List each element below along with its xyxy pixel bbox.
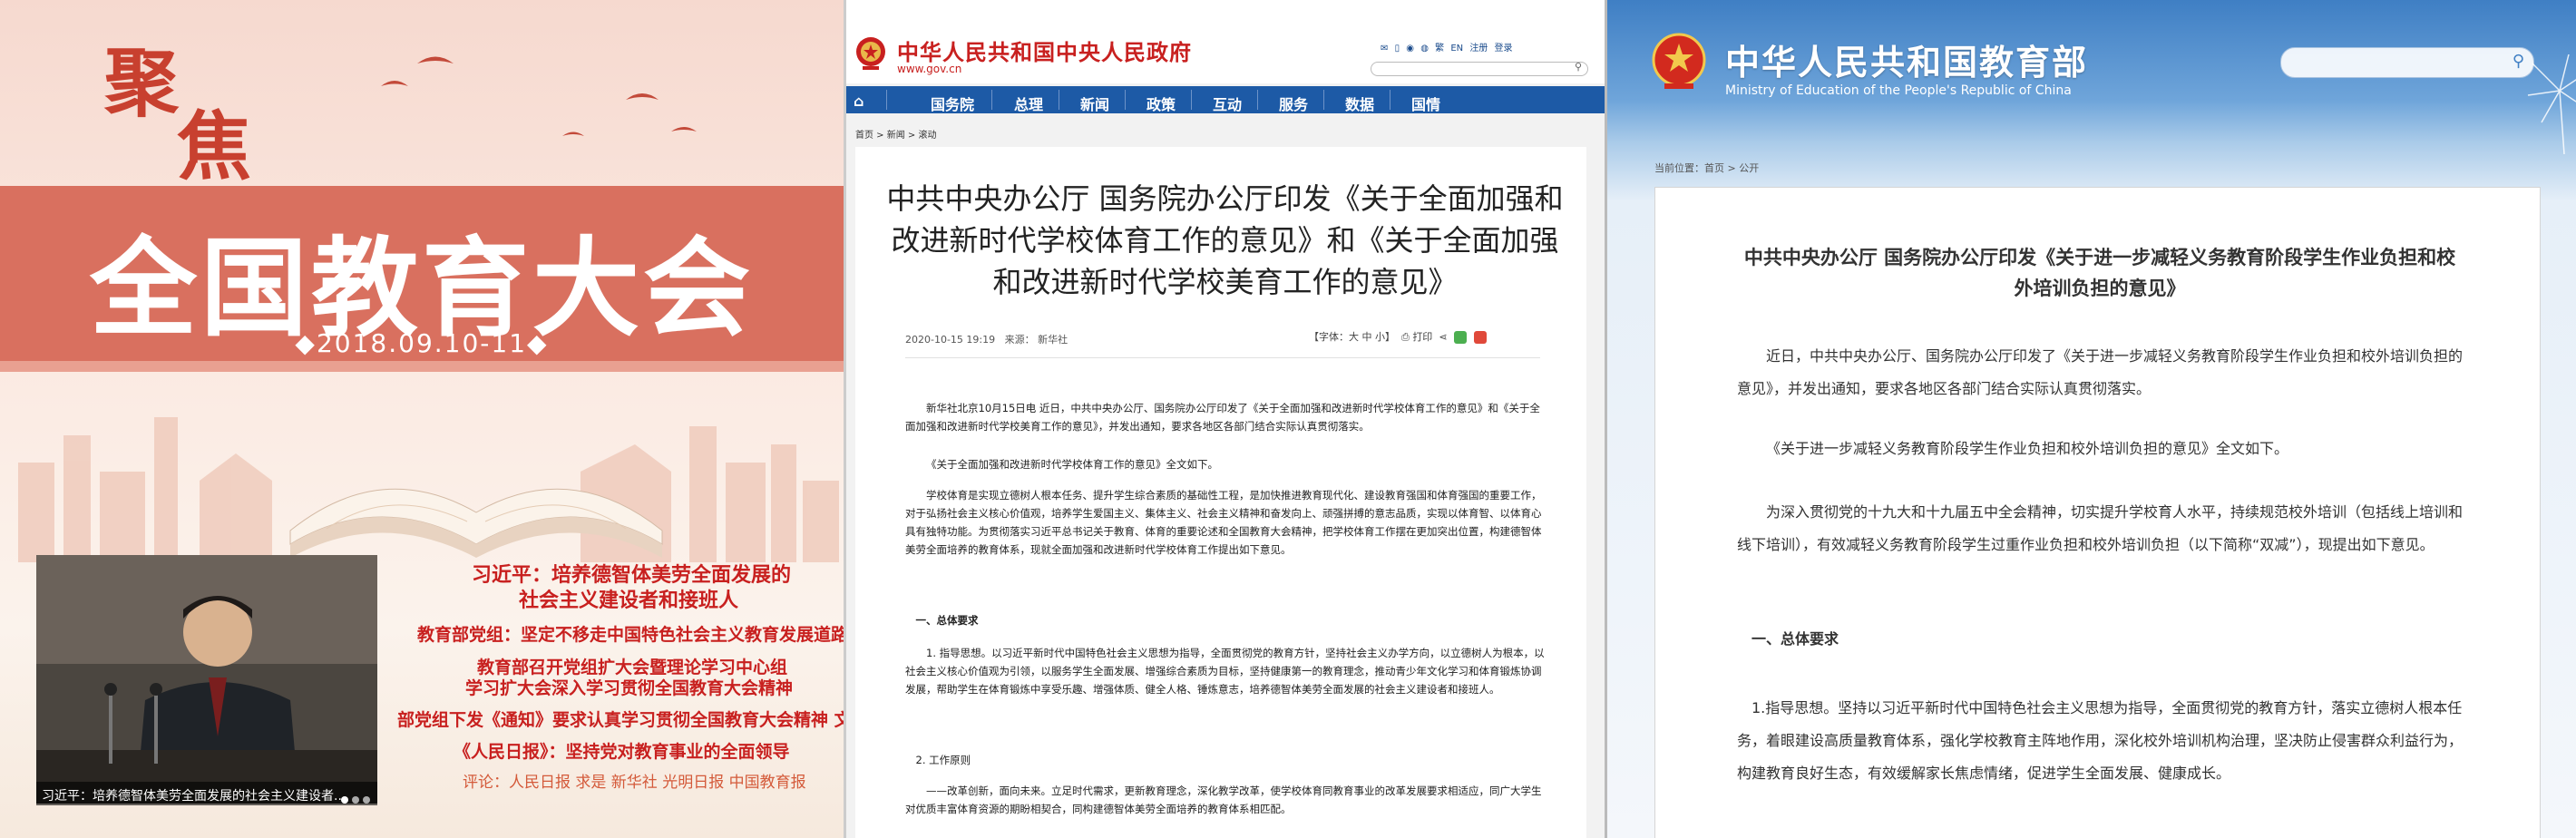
nav-separator (1125, 90, 1126, 110)
nav-item-data[interactable]: 数据 (1345, 93, 1374, 114)
nav-item-premier[interactable]: 总理 (1014, 93, 1043, 114)
weibo-icon[interactable]: ◉ (1406, 44, 1414, 54)
moe-paragraph: 1.指导思想。坚持以习近平新时代中国特色社会主义思想为指导，全面贯彻党的教育方针… (1737, 699, 2464, 782)
gov-article-date: 2020-10-15 19:19 (905, 334, 996, 346)
gov-main-nav: ⌂ 国务院 总理 新闻 政策 互动 服务 数据 国情 (846, 86, 1605, 113)
national-emblem-icon (1652, 33, 1706, 89)
gov-paragraph: 《关于全面加强和改进新时代学校体育工作的意见》全文如下。 (926, 458, 1218, 471)
photo-caption-bar: 习近平：培养德智体美劳全面发展的社会主义建设者... (36, 782, 377, 805)
mail-icon[interactable]: ✉ (1381, 44, 1388, 54)
search-icon[interactable]: ⚲ (1575, 61, 1582, 73)
focus-calligraphy: 聚 焦 (104, 23, 277, 190)
weibo-share-icon[interactable] (1473, 331, 1487, 344)
font-size-tool[interactable]: 【字体：大 中 小】 (1309, 331, 1395, 343)
mobile-icon[interactable]: ▯ (1395, 44, 1400, 54)
gov-paragraph: 1. 指导思想。以习近平新时代中国特色社会主义思想为指导，全面贯彻党的教育方针，… (905, 647, 1545, 696)
gov-cn-article-panel: 中华人民共和国中央人民政府 www.gov.cn ✉ ▯ ◉ ◍ 繁 EN 注册… (844, 0, 1605, 838)
nav-separator (991, 90, 992, 110)
moe-search-input[interactable]: ⚲ (2280, 47, 2534, 78)
print-icon[interactable]: ⎙ (1401, 331, 1410, 343)
nav-separator (1257, 90, 1258, 110)
nav-item-policy[interactable]: 政策 (1147, 93, 1176, 114)
carousel-dot[interactable] (341, 796, 348, 804)
lang-en[interactable]: EN (1450, 44, 1463, 54)
wechat-icon[interactable]: ◍ (1420, 44, 1429, 54)
moe-site-title-en: Ministry of Education of the People's Re… (1725, 83, 2072, 98)
carousel-dot[interactable] (363, 796, 370, 804)
gov-section-heading: 一、总体要求 (915, 614, 979, 627)
login-link[interactable]: 登录 (1495, 44, 1513, 54)
nav-item-state-council[interactable]: 国务院 (931, 93, 974, 114)
moe-paragraph: 为深入贯彻党的十九大和十九届五中全会精神，切实提升学校育人水平，持续规范校外培训… (1737, 503, 2464, 553)
headline-link-2[interactable]: 教育部党组：坚定不移走中国特色社会主义教育发展道路 (417, 621, 844, 646)
gov-subheading: 2. 工作原则 (915, 754, 971, 766)
headline-link-3b[interactable]: 学习扩大会深入学习贯彻全国教育大会精神 (465, 675, 793, 699)
nav-separator (886, 90, 887, 110)
moe-article-title: 中共中央办公厅 国务院办公厅印发《关于进一步减轻义务教育阶段学生作业负担和校外培… (1743, 247, 2456, 299)
headline-link-5[interactable]: 《人民日报》：坚持党对教育事业的全面领导 (454, 738, 790, 763)
carousel-dots[interactable] (337, 790, 370, 807)
education-conference-banner-panel: 聚 焦 全国教育大会 ◆2018.09.10-11◆ 习近平：培养德智体美劳全面… (0, 0, 844, 838)
gov-site-title[interactable]: 中华人民共和国中央人民政府 (897, 34, 1192, 66)
moe-paragraph: 近日，中共中央办公厅、国务院办公厅印发了《关于进一步减轻义务教育阶段学生作业负担… (1737, 347, 2464, 397)
nav-item-national-info[interactable]: 国情 (1411, 93, 1440, 114)
nav-separator (1323, 90, 1324, 110)
gov-top-links: ✉ ▯ ◉ ◍ 繁 EN 注册 登录 (1377, 40, 1513, 54)
focus-char-1: 聚 (104, 40, 180, 127)
gov-paragraph: 新华社北京10月15日电 近日，中共中央办公厅、国务院办公厅印发了《关于全面加强… (905, 402, 1540, 433)
moe-site-title[interactable]: 中华人民共和国教育部 (1725, 34, 2088, 84)
nav-item-services[interactable]: 服务 (1279, 93, 1308, 114)
gov-search-input[interactable]: ⚲ (1371, 61, 1588, 76)
band-edge (0, 361, 844, 372)
gov-article-title: 中共中央办公厅 国务院办公厅印发《关于全面加强和改进新时代学校体育工作的意见》和… (886, 181, 1564, 299)
headline-link-1b[interactable]: 社会主义建设者和接班人 (519, 584, 738, 613)
gov-breadcrumb[interactable]: 首页 > 新闻 > 滚动 (855, 127, 936, 141)
register-link[interactable]: 注册 (1469, 44, 1488, 54)
moe-breadcrumb[interactable]: 当前位置：首页 > 公开 (1654, 161, 1759, 175)
wechat-share-icon[interactable] (1454, 331, 1468, 344)
conference-date: ◆2018.09.10-11◆ (295, 328, 549, 358)
nav-separator (1191, 90, 1192, 110)
gov-article-tools: 【字体：大 中 小】 ⎙ 打印 ⋖ (1309, 329, 1487, 344)
commentary-links[interactable]: 评论：人民日报 求是 新华社 光明日报 中国教育报 (463, 769, 806, 792)
home-icon[interactable]: ⌂ (854, 93, 864, 110)
moe-article-body: 中共中央办公厅 国务院办公厅印发《关于进一步减轻义务教育阶段学生作业负担和校外培… (1654, 187, 2541, 838)
speaker-photo-image (36, 555, 377, 804)
dandelion-decoration (2527, 54, 2576, 154)
national-emblem-icon (856, 37, 885, 70)
moe-article-panel: 中华人民共和国教育部 Ministry of Education of the … (1605, 0, 2576, 838)
headline-link-4[interactable]: 部党组下发《通知》要求认真学习贯彻全国教育大会精神 文件 (397, 706, 844, 731)
moe-paragraph: 《关于进一步减轻义务教育阶段学生作业负担和校外培训负担的意见》全文如下。 (1766, 440, 2289, 457)
share-icon[interactable]: ⋖ (1439, 331, 1447, 343)
nav-item-news[interactable]: 新闻 (1080, 93, 1109, 114)
gov-article-body: 中共中央办公厅 国务院办公厅印发《关于全面加强和改进新时代学校体育工作的意见》和… (855, 147, 1586, 838)
lang-trad[interactable]: 繁 (1435, 44, 1444, 54)
news-photo[interactable] (36, 555, 377, 804)
print-link[interactable]: 打印 (1412, 331, 1432, 343)
gov-article-source: 来源： 新华社 (1004, 334, 1068, 346)
article-divider (905, 357, 1540, 358)
gov-header: 中华人民共和国中央人民政府 www.gov.cn ✉ ▯ ◉ ◍ 繁 EN 注册… (846, 0, 1605, 83)
nav-item-interaction[interactable]: 互动 (1213, 93, 1242, 114)
gov-paragraph: ——改革创新，面向未来。立足时代需求，更新教育理念，深化教学改革，使学校体育同教… (905, 784, 1542, 815)
gov-paragraph: 学校体育是实现立德树人根本任务、提升学生综合素质的基础性工程，是加快推进教育现代… (905, 489, 1542, 556)
carousel-dot[interactable] (352, 796, 359, 804)
moe-section-heading: 一、总体要求 (1751, 630, 1839, 648)
focus-char-2: 焦 (177, 103, 252, 190)
conference-date-text: 2018.09.10-11 (316, 328, 528, 358)
gov-article-meta: 2020-10-15 19:19 来源： 新华社 (905, 332, 1068, 346)
photo-caption: 习近平：培养德智体美劳全面发展的社会主义建设者... (42, 789, 346, 804)
gov-site-url: www.gov.cn (897, 63, 962, 75)
